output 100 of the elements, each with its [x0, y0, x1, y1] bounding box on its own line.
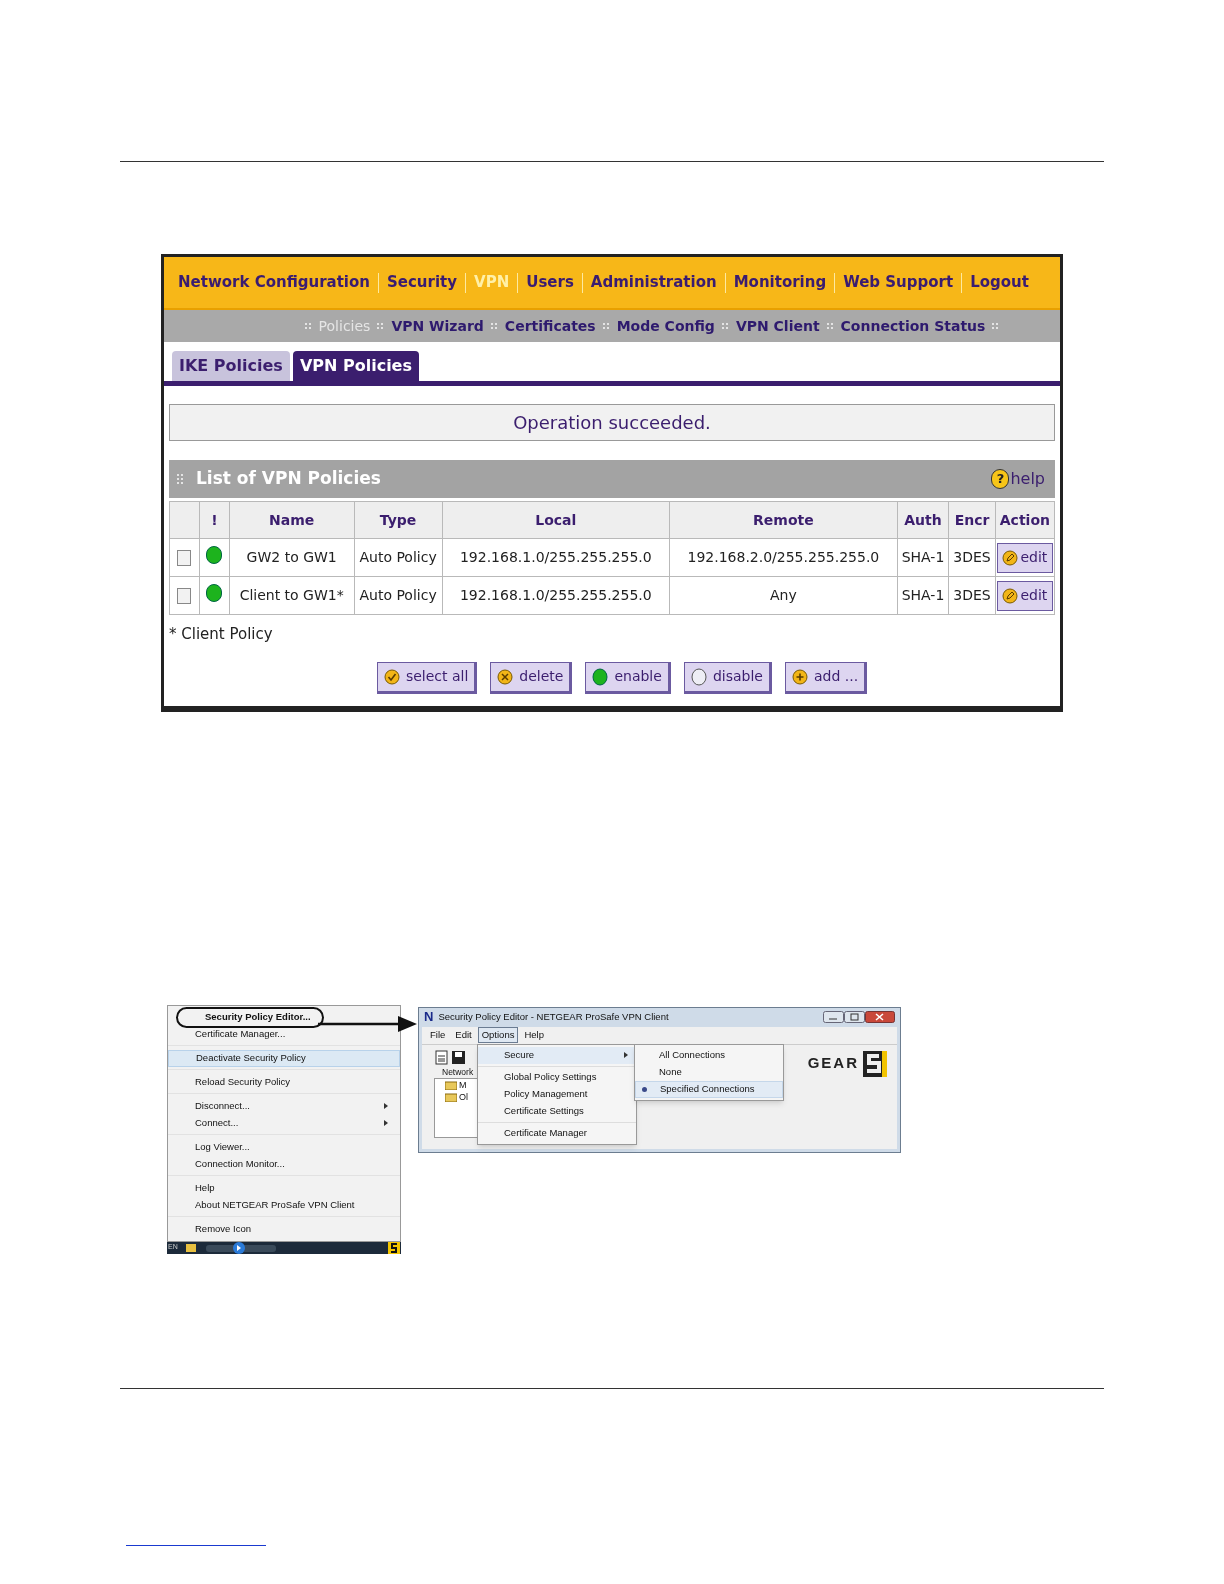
- menu-bar-item[interactable]: Options: [477, 1026, 519, 1044]
- separator-dots-icon: [826, 322, 834, 330]
- window-controls-icon[interactable]: [823, 1011, 895, 1023]
- menu-item[interactable]: Specified Connections: [635, 1080, 783, 1098]
- submenu-arrow-icon: [384, 1103, 388, 1109]
- brand-text: GEAR: [807, 1053, 859, 1074]
- grip-icon: [177, 473, 186, 485]
- table-cell: 3DES: [948, 576, 996, 615]
- menu-item[interactable]: Certificate Manager...: [168, 1025, 400, 1043]
- status-message: Operation succeeded.: [169, 404, 1055, 441]
- help-icon[interactable]: ?: [991, 469, 1010, 489]
- top-menu-item[interactable]: Web Support: [843, 271, 954, 294]
- menu-item[interactable]: Reload Security Policy: [168, 1073, 400, 1091]
- checkbox[interactable]: [177, 588, 192, 604]
- column-header: Action: [995, 501, 1055, 539]
- window-title: Security Policy Editor - NETGEAR ProSafe VPN Client: [438, 1009, 670, 1024]
- tab[interactable]: IKE Policies: [172, 351, 290, 381]
- separator-dots-icon: [721, 322, 729, 330]
- menu-item[interactable]: Secure: [478, 1046, 636, 1064]
- column-header: Type: [354, 501, 443, 539]
- table-cell: 192.168.1.0/255.255.255.0: [442, 576, 670, 615]
- menu-bar-item[interactable]: Edit: [451, 1026, 476, 1044]
- column-header: Auth: [897, 501, 949, 539]
- menu-item[interactable]: Connect...: [168, 1114, 400, 1132]
- save-icon[interactable]: [451, 1049, 466, 1065]
- app-logo: N: [424, 1008, 434, 1027]
- submenu-arrow-icon: [624, 1052, 628, 1058]
- section-title: List of VPN Policies: [196, 467, 381, 491]
- menu-item[interactable]: All Connections: [635, 1046, 783, 1064]
- top-menu-item[interactable]: Users: [526, 271, 574, 294]
- table-cell: Any: [669, 576, 898, 615]
- column-header: !: [199, 501, 230, 539]
- brand-logo-icon: [863, 1050, 887, 1077]
- menu-item[interactable]: Certificate Manager: [478, 1124, 636, 1142]
- separator-dots-icon: [602, 322, 610, 330]
- panel-label: Network: [442, 1065, 474, 1079]
- separator-dots-icon: [377, 322, 385, 330]
- top-menu-item[interactable]: Network Configuration: [178, 271, 370, 294]
- menu-bar-item[interactable]: File: [426, 1026, 450, 1044]
- enable-icon: [592, 667, 609, 686]
- menu-item[interactable]: Certificate Settings: [478, 1102, 636, 1120]
- top-menu-item[interactable]: Logout: [970, 271, 1029, 294]
- menu-item[interactable]: Disconnect...: [168, 1097, 400, 1115]
- help-link[interactable]: help: [1010, 467, 1045, 491]
- action-button[interactable]: select all: [376, 661, 478, 694]
- top-menu-item[interactable]: Security: [387, 271, 458, 294]
- folder-icon: [445, 1092, 457, 1103]
- menu-item[interactable]: None: [635, 1063, 783, 1081]
- folder-icon: [445, 1080, 457, 1091]
- table-cell: 192.168.2.0/255.255.255.0: [669, 538, 898, 577]
- sub-menu-item[interactable]: VPN Wizard: [391, 315, 484, 337]
- menu-item[interactable]: Global Policy Settings: [478, 1068, 636, 1086]
- footnote: * Client Policy: [169, 624, 274, 645]
- table-cell: GW2 to GW1: [229, 538, 355, 577]
- menu-item[interactable]: Remove Icon: [168, 1220, 400, 1238]
- table-cell: SHA-1: [897, 576, 949, 615]
- menu-item[interactable]: Security Policy Editor...: [178, 1008, 322, 1026]
- column-header: Encr: [948, 501, 996, 539]
- sub-menu-item[interactable]: Connection Status: [840, 315, 986, 337]
- action-button[interactable]: add ...: [784, 661, 868, 694]
- submenu-arrow-icon: [384, 1120, 388, 1126]
- menu-item[interactable]: Help: [168, 1179, 400, 1197]
- table-cell: 192.168.1.0/255.255.255.0: [442, 538, 670, 577]
- table-cell: 3DES: [948, 538, 996, 577]
- menu-item[interactable]: Policy Management: [478, 1085, 636, 1103]
- menu-item[interactable]: About NETGEAR ProSafe VPN Client: [168, 1196, 400, 1214]
- pencil-icon: [1002, 549, 1019, 566]
- sub-menu-item[interactable]: Mode Config: [616, 315, 715, 337]
- plus-icon: [791, 668, 808, 685]
- sub-menu-item[interactable]: VPN Client: [735, 315, 820, 337]
- delete-icon: [497, 668, 514, 685]
- table-cell: SHA-1: [897, 538, 949, 577]
- circle-icon: [690, 667, 707, 686]
- separator-dots-icon: [304, 322, 312, 330]
- action-button[interactable]: disable: [683, 661, 772, 694]
- menu-item[interactable]: Deactivate Security Policy: [168, 1049, 400, 1067]
- sub-menu-item[interactable]: Certificates: [504, 315, 596, 337]
- table-cell: Auto Policy: [354, 538, 443, 577]
- tree-item[interactable]: Ol: [459, 1090, 468, 1104]
- column-header: Name: [229, 501, 355, 539]
- tab[interactable]: VPN Policies: [292, 351, 419, 381]
- separator-dots-icon: [992, 322, 1000, 330]
- menu-bar-item[interactable]: Help: [520, 1026, 548, 1044]
- action-button[interactable]: delete: [490, 661, 573, 694]
- edit-button[interactable]: edit: [996, 580, 1053, 611]
- separator-dots-icon: [490, 322, 498, 330]
- menu-item[interactable]: Log Viewer...: [168, 1138, 400, 1156]
- column-header: Local: [442, 501, 670, 539]
- top-menu-item[interactable]: Monitoring: [733, 271, 827, 294]
- check-icon: [383, 668, 400, 685]
- table-cell: Client to GW1*: [229, 576, 355, 615]
- pencil-icon: [1002, 587, 1019, 604]
- menu-item[interactable]: Connection Monitor...: [168, 1155, 400, 1173]
- table-cell: Auto Policy: [354, 576, 443, 615]
- action-button[interactable]: enable: [585, 661, 671, 694]
- checkbox[interactable]: [177, 550, 192, 566]
- column-header: Remote: [669, 501, 898, 539]
- top-menu-item[interactable]: Administration: [590, 271, 717, 294]
- tree-item[interactable]: M: [459, 1078, 467, 1092]
- edit-button[interactable]: edit: [996, 542, 1053, 573]
